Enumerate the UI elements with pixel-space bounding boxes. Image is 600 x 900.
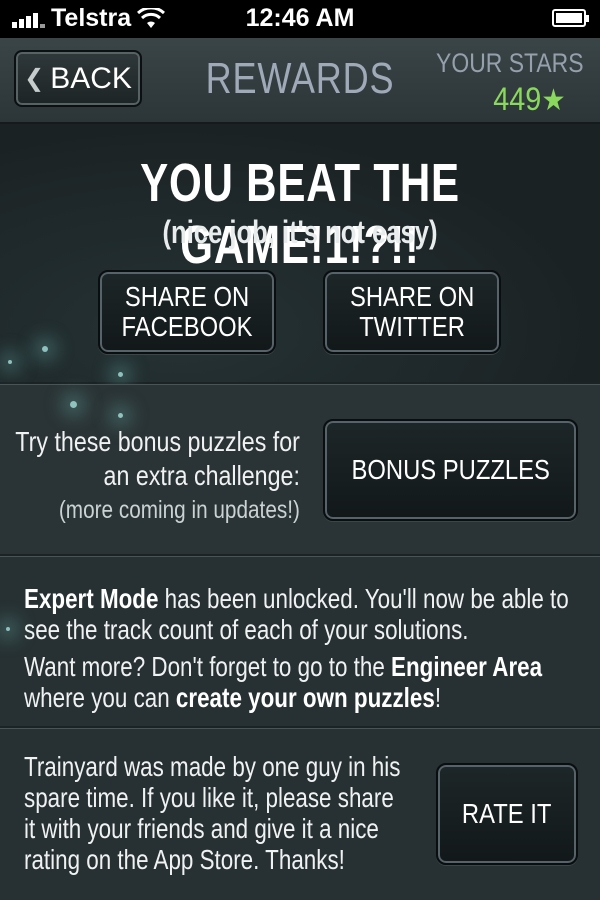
engineer-paragraph: Want more? Don't forget to go to the Eng… — [24, 651, 584, 713]
congrats-section: YOU BEAT THE GAME!1!?!! (nice job, it's … — [0, 124, 600, 382]
rate-it-button[interactable]: RATE IT — [436, 763, 578, 865]
engineer-area-bold: Engineer Area — [391, 651, 543, 682]
bonus-line3: (more coming in updates!) — [58, 496, 301, 524]
share-twitter-line2: TWITTER — [359, 311, 465, 342]
share-twitter-button[interactable]: SHARE ON TWITTER — [323, 270, 501, 354]
credits-line: it with your friends and give it a nice — [24, 813, 379, 844]
expert-section: Expert Mode has been unlocked. You'll no… — [0, 556, 600, 726]
engineer-line1-text: Want more? Don't forget to go to the — [24, 651, 392, 682]
expert-paragraph: Expert Mode has been unlocked. You'll no… — [24, 583, 584, 645]
chevron-left-icon: ❮ — [24, 65, 45, 92]
expert-line2: see the track count of each of your solu… — [24, 614, 469, 645]
status-bar: Telstra 12:46 AM — [0, 0, 600, 38]
credits-text: Trainyard was made by one guy in his spa… — [24, 751, 440, 875]
stars-count: 449 — [493, 81, 542, 117]
share-facebook-line1: SHARE ON — [124, 281, 250, 312]
sparkle-icon — [118, 372, 123, 377]
expert-mode-bold: Expert Mode — [24, 583, 159, 614]
create-puzzles-bold: create your own puzzles — [175, 682, 435, 713]
share-twitter-line1: SHARE ON — [349, 281, 475, 312]
sparkle-icon — [118, 413, 123, 418]
sparkle-icon — [6, 627, 10, 631]
expert-line1: Expert Mode has been unlocked. You'll no… — [24, 583, 584, 614]
engineer-line2: where you can create your own puzzles! — [24, 682, 584, 713]
subline: (nice job, it's not easy) — [162, 214, 438, 250]
bonus-line1: Try these bonus puzzles for — [15, 426, 300, 457]
engineer-line2-text: where you can — [24, 682, 176, 713]
credits-line: spare time. If you like it, please share — [24, 782, 394, 813]
bonus-description: Try these bonus puzzles for an extra cha… — [15, 425, 300, 527]
stars-count-row: 449★ — [428, 81, 584, 118]
sparkle-icon — [70, 401, 77, 408]
battery-icon — [552, 9, 589, 27]
share-facebook-line2: FACEBOOK — [121, 311, 253, 342]
stars-label: YOUR STARS — [436, 48, 584, 78]
engineer-line2-end: ! — [434, 682, 442, 713]
credits-line: Trainyard was made by one guy in his — [24, 751, 401, 782]
share-facebook-button[interactable]: SHARE ON FACEBOOK — [98, 270, 276, 354]
clock: 12:46 AM — [245, 4, 355, 32]
credits-section: Trainyard was made by one guy in his spa… — [0, 728, 600, 900]
sparkle-icon — [42, 346, 48, 352]
credits-line: rating on the App Store. Thanks! — [24, 844, 345, 875]
rate-it-label: RATE IT — [462, 798, 552, 829]
bonus-puzzles-button[interactable]: BONUS PUZZLES — [323, 419, 578, 521]
bonus-line2: an extra challenge: — [103, 460, 300, 491]
bonus-puzzles-label: BONUS PUZZLES — [351, 454, 550, 485]
sparkle-icon — [8, 360, 12, 364]
engineer-line1: Want more? Don't forget to go to the Eng… — [24, 651, 584, 682]
stars-display: YOUR STARS 449★ — [410, 48, 584, 118]
header: ❮ BACK REWARDS YOUR STARS 449★ — [0, 38, 600, 124]
bonus-section: Try these bonus puzzles for an extra cha… — [0, 384, 600, 554]
expert-line1-rest: has been unlocked. You'll now be able to — [158, 583, 569, 614]
star-icon: ★ — [541, 84, 566, 117]
